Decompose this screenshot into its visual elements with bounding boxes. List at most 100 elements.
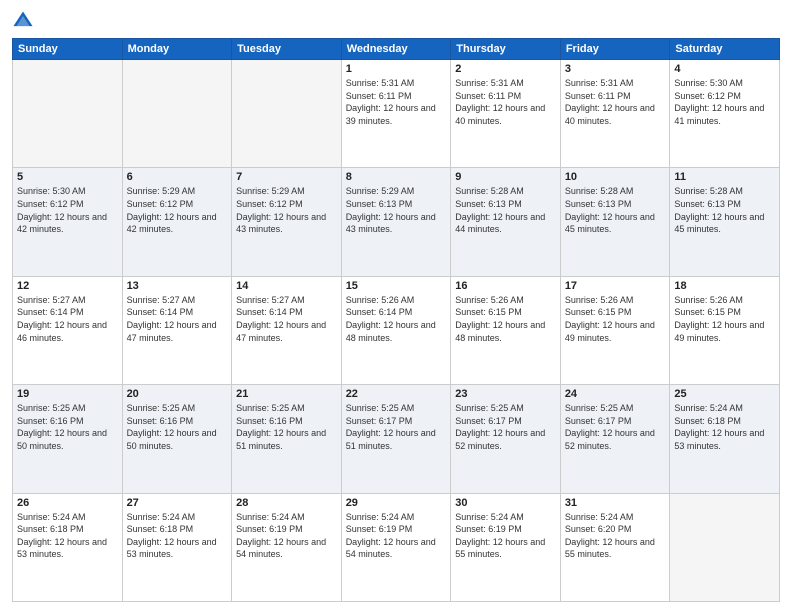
calendar-cell: 25 Sunrise: 5:24 AM Sunset: 6:18 PM Dayl…	[670, 385, 780, 493]
sunrise-text: Sunrise: 5:26 AM	[455, 295, 524, 305]
daylight-text: Daylight: 12 hours and 48 minutes.	[455, 320, 545, 343]
sunrise-text: Sunrise: 5:28 AM	[674, 186, 743, 196]
sunrise-text: Sunrise: 5:27 AM	[17, 295, 86, 305]
calendar-cell: 16 Sunrise: 5:26 AM Sunset: 6:15 PM Dayl…	[451, 276, 561, 384]
calendar-cell: 4 Sunrise: 5:30 AM Sunset: 6:12 PM Dayli…	[670, 60, 780, 168]
day-info: Sunrise: 5:24 AM Sunset: 6:18 PM Dayligh…	[127, 511, 228, 561]
calendar-cell: 10 Sunrise: 5:28 AM Sunset: 6:13 PM Dayl…	[560, 168, 670, 276]
header	[12, 10, 780, 32]
sunset-text: Sunset: 6:14 PM	[17, 307, 84, 317]
sunrise-text: Sunrise: 5:24 AM	[455, 512, 524, 522]
sunset-text: Sunset: 6:13 PM	[455, 199, 522, 209]
day-info: Sunrise: 5:31 AM Sunset: 6:11 PM Dayligh…	[346, 77, 447, 127]
day-number: 20	[127, 388, 228, 400]
sunset-text: Sunset: 6:19 PM	[236, 524, 303, 534]
week-row-1: 1 Sunrise: 5:31 AM Sunset: 6:11 PM Dayli…	[13, 60, 780, 168]
daylight-text: Daylight: 12 hours and 54 minutes.	[346, 537, 436, 560]
week-row-3: 12 Sunrise: 5:27 AM Sunset: 6:14 PM Dayl…	[13, 276, 780, 384]
calendar-cell: 17 Sunrise: 5:26 AM Sunset: 6:15 PM Dayl…	[560, 276, 670, 384]
weekday-header-row: SundayMondayTuesdayWednesdayThursdayFrid…	[13, 39, 780, 60]
sunrise-text: Sunrise: 5:25 AM	[455, 403, 524, 413]
calendar-cell: 5 Sunrise: 5:30 AM Sunset: 6:12 PM Dayli…	[13, 168, 123, 276]
sunrise-text: Sunrise: 5:24 AM	[127, 512, 196, 522]
calendar-cell: 7 Sunrise: 5:29 AM Sunset: 6:12 PM Dayli…	[232, 168, 342, 276]
daylight-text: Daylight: 12 hours and 44 minutes.	[455, 212, 545, 235]
day-info: Sunrise: 5:31 AM Sunset: 6:11 PM Dayligh…	[565, 77, 666, 127]
day-number: 11	[674, 171, 775, 183]
calendar-cell: 13 Sunrise: 5:27 AM Sunset: 6:14 PM Dayl…	[122, 276, 232, 384]
weekday-header-tuesday: Tuesday	[232, 39, 342, 60]
sunrise-text: Sunrise: 5:24 AM	[17, 512, 86, 522]
day-number: 30	[455, 497, 556, 509]
sunrise-text: Sunrise: 5:30 AM	[674, 78, 743, 88]
day-number: 13	[127, 280, 228, 292]
day-number: 24	[565, 388, 666, 400]
daylight-text: Daylight: 12 hours and 50 minutes.	[127, 428, 217, 451]
weekday-header-wednesday: Wednesday	[341, 39, 451, 60]
day-info: Sunrise: 5:31 AM Sunset: 6:11 PM Dayligh…	[455, 77, 556, 127]
calendar-cell: 8 Sunrise: 5:29 AM Sunset: 6:13 PM Dayli…	[341, 168, 451, 276]
day-info: Sunrise: 5:27 AM Sunset: 6:14 PM Dayligh…	[236, 294, 337, 344]
weekday-header-friday: Friday	[560, 39, 670, 60]
day-number: 10	[565, 171, 666, 183]
calendar-cell	[670, 493, 780, 601]
day-number: 2	[455, 63, 556, 75]
sunrise-text: Sunrise: 5:25 AM	[17, 403, 86, 413]
sunrise-text: Sunrise: 5:28 AM	[455, 186, 524, 196]
sunrise-text: Sunrise: 5:25 AM	[346, 403, 415, 413]
calendar-cell: 28 Sunrise: 5:24 AM Sunset: 6:19 PM Dayl…	[232, 493, 342, 601]
weekday-header-monday: Monday	[122, 39, 232, 60]
calendar-cell: 31 Sunrise: 5:24 AM Sunset: 6:20 PM Dayl…	[560, 493, 670, 601]
day-info: Sunrise: 5:25 AM Sunset: 6:17 PM Dayligh…	[455, 402, 556, 452]
day-number: 27	[127, 497, 228, 509]
daylight-text: Daylight: 12 hours and 40 minutes.	[565, 103, 655, 126]
sunrise-text: Sunrise: 5:31 AM	[455, 78, 524, 88]
sunrise-text: Sunrise: 5:29 AM	[236, 186, 305, 196]
sunset-text: Sunset: 6:11 PM	[455, 91, 521, 101]
day-number: 28	[236, 497, 337, 509]
day-number: 9	[455, 171, 556, 183]
sunset-text: Sunset: 6:18 PM	[17, 524, 84, 534]
day-info: Sunrise: 5:25 AM Sunset: 6:16 PM Dayligh…	[17, 402, 118, 452]
calendar-cell: 3 Sunrise: 5:31 AM Sunset: 6:11 PM Dayli…	[560, 60, 670, 168]
daylight-text: Daylight: 12 hours and 43 minutes.	[346, 212, 436, 235]
calendar-cell: 19 Sunrise: 5:25 AM Sunset: 6:16 PM Dayl…	[13, 385, 123, 493]
daylight-text: Daylight: 12 hours and 53 minutes.	[127, 537, 217, 560]
sunset-text: Sunset: 6:13 PM	[346, 199, 413, 209]
sunset-text: Sunset: 6:15 PM	[565, 307, 632, 317]
day-number: 29	[346, 497, 447, 509]
daylight-text: Daylight: 12 hours and 52 minutes.	[565, 428, 655, 451]
sunset-text: Sunset: 6:18 PM	[674, 416, 741, 426]
day-info: Sunrise: 5:26 AM Sunset: 6:15 PM Dayligh…	[565, 294, 666, 344]
day-number: 21	[236, 388, 337, 400]
day-info: Sunrise: 5:27 AM Sunset: 6:14 PM Dayligh…	[127, 294, 228, 344]
day-info: Sunrise: 5:28 AM Sunset: 6:13 PM Dayligh…	[674, 185, 775, 235]
sunrise-text: Sunrise: 5:26 AM	[346, 295, 415, 305]
calendar-cell: 18 Sunrise: 5:26 AM Sunset: 6:15 PM Dayl…	[670, 276, 780, 384]
daylight-text: Daylight: 12 hours and 53 minutes.	[674, 428, 764, 451]
day-info: Sunrise: 5:29 AM Sunset: 6:12 PM Dayligh…	[236, 185, 337, 235]
sunset-text: Sunset: 6:14 PM	[236, 307, 303, 317]
calendar-cell	[232, 60, 342, 168]
logo	[12, 10, 38, 32]
calendar-cell: 24 Sunrise: 5:25 AM Sunset: 6:17 PM Dayl…	[560, 385, 670, 493]
daylight-text: Daylight: 12 hours and 51 minutes.	[346, 428, 436, 451]
sunset-text: Sunset: 6:19 PM	[455, 524, 522, 534]
daylight-text: Daylight: 12 hours and 42 minutes.	[127, 212, 217, 235]
daylight-text: Daylight: 12 hours and 52 minutes.	[455, 428, 545, 451]
calendar-cell: 11 Sunrise: 5:28 AM Sunset: 6:13 PM Dayl…	[670, 168, 780, 276]
sunrise-text: Sunrise: 5:26 AM	[674, 295, 743, 305]
day-number: 6	[127, 171, 228, 183]
day-info: Sunrise: 5:27 AM Sunset: 6:14 PM Dayligh…	[17, 294, 118, 344]
calendar-cell: 1 Sunrise: 5:31 AM Sunset: 6:11 PM Dayli…	[341, 60, 451, 168]
calendar-cell: 26 Sunrise: 5:24 AM Sunset: 6:18 PM Dayl…	[13, 493, 123, 601]
daylight-text: Daylight: 12 hours and 55 minutes.	[565, 537, 655, 560]
calendar-cell: 22 Sunrise: 5:25 AM Sunset: 6:17 PM Dayl…	[341, 385, 451, 493]
day-info: Sunrise: 5:30 AM Sunset: 6:12 PM Dayligh…	[674, 77, 775, 127]
calendar-cell: 20 Sunrise: 5:25 AM Sunset: 6:16 PM Dayl…	[122, 385, 232, 493]
sunrise-text: Sunrise: 5:29 AM	[127, 186, 196, 196]
day-info: Sunrise: 5:25 AM Sunset: 6:16 PM Dayligh…	[127, 402, 228, 452]
day-info: Sunrise: 5:26 AM Sunset: 6:15 PM Dayligh…	[455, 294, 556, 344]
day-number: 23	[455, 388, 556, 400]
day-info: Sunrise: 5:30 AM Sunset: 6:12 PM Dayligh…	[17, 185, 118, 235]
